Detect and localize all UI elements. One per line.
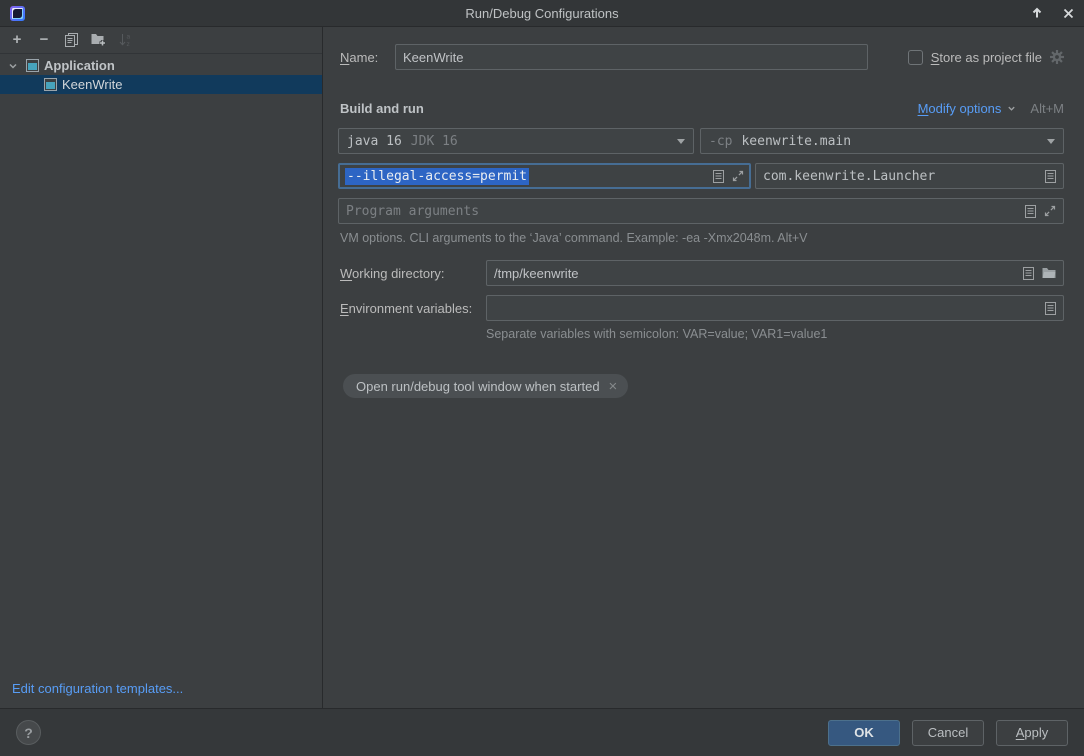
environment-variables-field-icons [1045,302,1056,315]
vm-options-field-icons [713,170,744,183]
insert-macros-icon[interactable] [713,170,724,183]
jre-combo[interactable]: java 16 JDK 16 [338,128,694,154]
vm-options-hint: VM options. CLI arguments to the ‘Java’ … [340,231,1064,245]
run-debug-configurations-dialog: Run/Debug Configurations + − [0,0,1084,756]
vm-options-main-class-row: --illegal-access=permit com.keenwrite.La… [338,163,1064,189]
chip-label: Open run/debug tool window when started [356,379,600,394]
tree-item-keenwrite[interactable]: KeenWrite [0,75,322,94]
name-value: KeenWrite [403,50,463,65]
dialog-body: + − az Application [0,27,1084,708]
application-type-icon [26,59,39,72]
options-chip-row: Open run/debug tool window when started … [343,374,1064,398]
insert-macros-icon[interactable] [1045,170,1056,183]
environment-variables-hint: Separate variables with semicolon: VAR=v… [486,327,1064,341]
program-arguments-input[interactable]: Program arguments [338,198,1064,224]
remove-configuration-icon[interactable]: − [36,32,52,48]
working-directory-field-icons [1023,267,1056,280]
open-tool-window-chip: Open run/debug tool window when started … [343,374,628,398]
program-arguments-placeholder: Program arguments [346,204,479,219]
dialog-buttons: OK Cancel Apply [828,720,1068,746]
sidebar-toolbar: + − az [0,27,322,54]
jre-combo-value: java 16 [347,134,402,149]
main-class-input[interactable]: com.keenwrite.Launcher [755,163,1064,189]
maximize-icon[interactable] [1031,7,1043,19]
main-class-field-icons [1045,170,1056,183]
copy-configuration-icon[interactable] [63,32,79,48]
working-directory-label: Working directory: [340,266,486,281]
application-type-icon [44,78,57,91]
edit-configuration-templates-link[interactable]: Edit configuration templates... [12,681,183,696]
window-controls [1031,7,1074,19]
sort-configurations-icon: az [117,32,133,48]
configuration-editor: Name: KeenWrite Store as project file Bu… [323,27,1084,708]
working-directory-value: /tmp/keenwrite [494,266,579,281]
svg-text:a: a [126,34,130,41]
modify-options: Modify options Alt+M [918,101,1064,116]
program-arguments-field-icons [1025,205,1056,218]
expand-field-icon[interactable] [1044,205,1056,217]
classpath-module-combo[interactable]: -cp keenwrite.main [700,128,1064,154]
environment-variables-row: Environment variables: [338,295,1064,321]
store-as-project-file-label[interactable]: Store as project file [931,50,1042,65]
help-glyph: ? [24,725,33,741]
section-title: Build and run [340,101,424,116]
modify-options-link[interactable]: Modify options [918,101,1002,116]
apply-button[interactable]: Apply [996,720,1068,746]
build-and-run-section: Build and run Modify options Alt+M [338,100,1064,116]
environment-variables-input[interactable] [486,295,1064,321]
environment-variables-label: Environment variables: [340,301,486,316]
titlebar: Run/Debug Configurations [0,0,1084,27]
dialog-footer: ? OK Cancel Apply [0,708,1084,756]
store-as-project-file-checkbox[interactable] [908,50,923,65]
dialog-title: Run/Debug Configurations [0,6,1084,21]
tree-group-application[interactable]: Application [0,56,322,75]
name-row: Name: KeenWrite Store as project file [338,44,1064,70]
close-icon[interactable] [1063,8,1074,19]
store-settings-gear-icon[interactable] [1050,50,1064,64]
expand-field-icon[interactable] [732,170,744,182]
sidebar-footer: Edit configuration templates... [0,671,322,708]
classpath-prefix: -cp [709,134,732,149]
svg-text:z: z [126,41,129,47]
insert-macros-icon[interactable] [1023,267,1034,280]
browse-folder-icon[interactable] [1042,267,1056,279]
name-label: Name: [340,50,395,65]
chevron-down-icon [1047,139,1055,144]
chevron-down-icon[interactable] [8,61,18,71]
program-arguments-row: Program arguments [338,198,1064,224]
name-input[interactable]: KeenWrite [395,44,868,70]
classpath-value: keenwrite.main [741,134,851,149]
vm-options-value: --illegal-access=permit [345,168,529,185]
working-directory-input[interactable]: /tmp/keenwrite [486,260,1064,286]
working-directory-row: Working directory: /tmp/keenwrite [338,260,1064,286]
new-folder-icon[interactable] [90,32,106,48]
ok-button[interactable]: OK [828,720,900,746]
configurations-sidebar: + − az Application [0,27,323,708]
tree-item-label: KeenWrite [62,77,122,92]
help-button[interactable]: ? [16,720,41,745]
app-window-icon [10,6,25,21]
jre-classpath-row: java 16 JDK 16 -cp keenwrite.main [338,128,1064,154]
configurations-tree: Application KeenWrite [0,54,322,671]
insert-macros-icon[interactable] [1025,205,1036,218]
vm-options-input[interactable]: --illegal-access=permit [338,163,751,189]
jre-combo-detail: JDK 16 [411,134,458,149]
insert-macros-icon[interactable] [1045,302,1056,315]
store-as-project-file-group: Store as project file [908,50,1064,65]
chevron-down-icon [677,139,685,144]
main-class-value: com.keenwrite.Launcher [763,169,935,184]
tree-group-label: Application [44,58,115,73]
modify-options-shortcut: Alt+M [1030,101,1064,116]
add-configuration-icon[interactable]: + [9,32,25,48]
chip-close-icon[interactable]: × [609,379,618,394]
cancel-button[interactable]: Cancel [912,720,984,746]
chevron-down-icon [1007,104,1016,113]
